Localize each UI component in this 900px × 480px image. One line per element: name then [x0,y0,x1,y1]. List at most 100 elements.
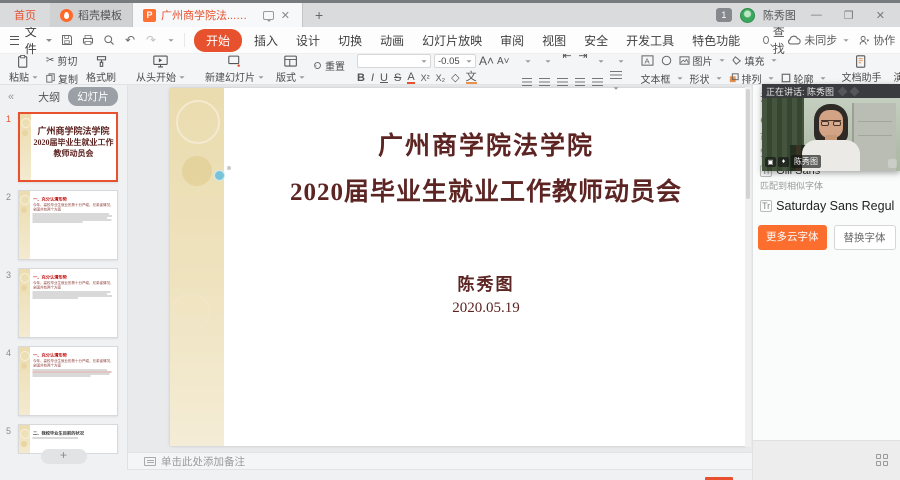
tab-slides[interactable]: 幻灯片 [68,87,118,106]
tab-review[interactable]: 审阅 [491,29,533,52]
slide-canvas[interactable]: 广州商学院法学院 2020届毕业生就业工作教师动员会 陈秀图 2020.05.1… [128,85,752,452]
font-item-2[interactable]: Tr Saturday Sans Regul 下载 [753,192,900,213]
justify-button[interactable] [575,78,586,87]
textbox-button[interactable]: 文本框 [641,71,683,86]
print-preview-icon[interactable] [102,33,116,47]
present-tools-button[interactable]: 演示工具 [890,54,900,85]
close-button[interactable]: ✕ [869,9,892,22]
svg-text:A: A [644,56,650,65]
picture-button[interactable]: 图片 [679,53,725,68]
format-painter-label: 格式刷 [86,69,116,84]
text-frame-icon[interactable]: A [641,55,654,66]
play-from-beginning-button[interactable]: 从头开始 [132,54,189,85]
font-name-combo[interactable] [357,54,431,68]
user-avatar[interactable] [740,8,755,23]
tab-home[interactable]: 开始 [194,29,242,52]
user-name[interactable]: 陈秀图 [763,7,796,23]
clear-format-button[interactable]: ◇ [451,71,459,84]
paste-button[interactable]: 粘贴 [5,54,42,85]
tab-view[interactable]: 视图 [533,29,575,52]
from-beginning-label: 从头开始 [136,73,176,84]
sync-status[interactable]: 未同步 [787,32,849,48]
reset-button[interactable]: 重置 [313,58,345,73]
slide-thumbnail-3[interactable]: 3 一、充分认清形势 今年，高校毕业生就业形势十分严峻，兄弟省情况，全国共有两个… [0,264,127,342]
underline-button[interactable]: U [380,72,388,84]
bold-button[interactable]: B [357,72,365,84]
reset-icon [313,61,322,70]
slide-thumbnail-2[interactable]: 2 一、充分认清形势 今年，高校毕业生就业形势十分严峻，兄弟省情况，全国共有两个… [0,186,127,264]
shape-circle-icon[interactable] [661,55,672,66]
tab-slideshow[interactable]: 幻灯片放映 [413,29,491,52]
align-center-button[interactable] [539,78,550,87]
file-menu-label: 文件 [25,23,41,57]
tab-design[interactable]: 设计 [287,29,329,52]
grid-view-icon[interactable] [876,454,888,466]
thumb-heading: 一、充分认清形势 [33,196,115,202]
message-count-badge[interactable]: 1 [716,8,732,22]
more-cloud-fonts-button[interactable]: 更多云字体 [758,225,827,250]
slide-layout-button[interactable]: 版式 [272,54,309,85]
video-call-header[interactable]: 正在讲话: 陈秀图 [762,84,900,98]
comment-icon[interactable] [263,11,274,20]
slide-thumbnail-4[interactable]: 4 一、充分认清形势 今年，高校毕业生就业形势十分严峻，兄弟省情况，全国共有两个… [0,342,127,420]
redo-icon[interactable]: ↷ [144,33,158,47]
collaborate-label: 协作 [873,32,895,48]
video-window-icon[interactable] [850,86,860,96]
file-menu[interactable]: 文件 [0,23,56,57]
close-tab-icon[interactable]: ✕ [279,9,292,22]
slide-title-textbox[interactable]: 广州商学院法学院 2020届毕业生就业工作教师动员会 [224,126,748,208]
collapse-panel-button[interactable]: « [8,91,14,103]
canvas-scrollbar[interactable] [745,87,751,447]
subscript-button[interactable]: X₂ [436,73,446,83]
font-size-combo[interactable]: -0.05 [434,54,476,68]
font-size-value: -0.05 [438,56,460,67]
video-call-overlay[interactable]: 正在讲话: 陈秀图 ▣ ♦ 陈秀图 [762,84,900,171]
tab-devtools[interactable]: 开发工具 [617,29,683,52]
customize-quickbar-icon[interactable] [168,39,173,42]
ribbon-search[interactable]: 查找 [749,23,787,57]
text-effect-button[interactable]: 文 [466,72,477,84]
notes-bar[interactable]: 单击此处添加备注 [128,452,752,469]
replace-font-button[interactable]: 替换字体 [834,225,896,250]
font-color-button[interactable]: A [407,72,414,84]
slide-subtitle-textbox[interactable]: 陈秀图 2020.05.19 [224,270,748,317]
tab-insert[interactable]: 插入 [245,29,287,52]
format-painter-button[interactable]: 格式刷 [82,54,120,85]
arrange-label: 排列 [742,71,762,86]
new-slide-button[interactable]: 新建幻灯片 [201,54,268,85]
collaborate-button[interactable]: 协作 [859,32,895,48]
print-icon[interactable] [81,33,95,47]
add-slide-button[interactable]: + [41,449,87,464]
docer-template-tab[interactable]: 稻壳模板 [50,3,133,27]
distribute-button[interactable] [592,78,603,87]
slide-thumbnail-1[interactable]: 1 广州商学院法学院 2020届毕业生就业工作教师动员会 陈秀图 2020.05… [0,108,127,186]
minimize-button[interactable]: — [804,9,829,21]
align-right-button[interactable] [557,78,568,87]
doc-assistant-button[interactable]: 文档助手 [838,54,886,85]
slide-editor[interactable]: 广州商学院法学院 2020届毕业生就业工作教师动员会 陈秀图 2020.05.1… [170,88,748,446]
video-window-icon[interactable] [838,86,848,96]
camera-icon[interactable]: ▣ [765,157,776,167]
decrease-font-icon[interactable]: A˅ [497,56,510,67]
tab-animation[interactable]: 动画 [371,29,413,52]
document-tab[interactable]: P 广州商学院法...生就业动员会 ✕ [133,3,303,27]
home-tab[interactable]: 首页 [0,3,50,27]
tab-outline[interactable]: 大纲 [38,89,60,105]
new-tab-button[interactable]: + [303,3,335,27]
increase-font-icon[interactable]: A˄ [479,54,494,68]
undo-icon[interactable]: ↶ [123,33,137,47]
italic-button[interactable]: I [371,72,374,84]
shapes-button[interactable]: 形状 [690,71,722,86]
thumb-title-line1: 广州商学院法学院 [33,124,114,137]
strikethrough-button[interactable]: S [394,72,401,84]
maximize-button[interactable]: ❐ [837,9,861,22]
save-icon[interactable] [60,33,74,47]
copy-button[interactable]: 复制 [46,71,78,86]
superscript-button[interactable]: X² [421,73,430,83]
tab-transition[interactable]: 切换 [329,29,371,52]
tab-features[interactable]: 特色功能 [683,29,749,52]
align-left-button[interactable] [522,78,533,87]
microphone-icon[interactable]: ♦ [778,157,789,167]
columns-button[interactable] [610,71,629,95]
tab-security[interactable]: 安全 [575,29,617,52]
